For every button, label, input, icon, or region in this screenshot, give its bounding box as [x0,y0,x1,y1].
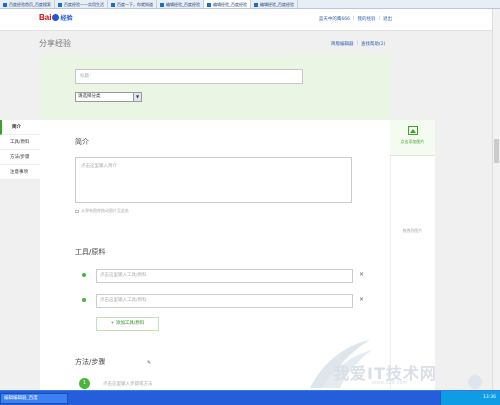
browser-tab[interactable]: 百度经验首页_百度搜索 [0,0,55,8]
browser-tab-bar: 百度经验首页_百度搜索 百度经验——实用生活 百度一下，你就知道 编辑经验_百度… [0,0,500,9]
tab-label: 编辑经验_百度经验 [166,1,200,7]
page-icon [254,2,258,7]
bullet-icon [82,273,86,277]
tool-input[interactable]: 点击这里输入工具/原料 [96,294,353,308]
browser-tab[interactable]: 编辑经验_百度经验 [251,0,298,8]
scroll-thumb[interactable] [494,139,499,163]
browser-tab[interactable]: 百度经验——实用生活 [55,0,108,8]
title-input[interactable]: 标题： [75,69,303,84]
image-drag-hint: 从原有图库拖动图片至此处 [75,208,129,214]
nav-item-notes[interactable]: 注意事项 [0,165,40,180]
intro-textarea[interactable]: 点击这里输入简介 [75,157,352,203]
logo-subtext: 经验 [60,16,73,22]
page-icon [207,2,211,7]
page-title: 分享经验 [39,39,71,48]
site-watermark: 我爱IT技术网 www.52it.com [300,338,490,390]
bullet-icon [82,298,86,302]
image-icon [75,210,79,213]
page-icon [3,2,7,7]
tab-label: 百度经验首页_百度搜索 [9,1,51,7]
add-image-button[interactable]: 点击添加图片 [390,120,435,156]
os-taskbar: 编辑编辑器_百度 13:36 [0,390,500,405]
tool-input[interactable]: 点击这里输入工具/原料 [96,269,353,283]
my-experience-link[interactable]: 我的经验 [357,16,375,22]
vertical-scrollbar[interactable] [492,9,500,390]
system-tray: 13:36 [440,391,500,405]
tool-row: 点击这里输入工具/原料 × [82,294,372,308]
user-links: 蓝天中的鹰666 | 我的经验 | 退出 [319,16,392,22]
simple-editor-link[interactable]: 简版编辑器 [331,41,354,47]
page-icon [111,2,115,7]
close-icon[interactable]: × [359,296,364,303]
divider: | [378,16,380,21]
tab-label: 百度一下，你就知道 [117,1,153,7]
tab-label: 编辑经验_百度经验 [213,1,247,7]
divider: | [352,16,355,21]
browser-tab-active[interactable]: 编辑经验_百度经验 [204,0,251,8]
nav-item-steps[interactable]: 方法/步骤 [0,150,40,165]
category-selected-value: 请选择分类 [78,94,101,99]
section-nav: 简介 工具/原料 方法/步骤 注意事项 [0,120,40,180]
add-tool-button[interactable]: + 添加工具/原料 [96,317,159,331]
nav-item-intro[interactable]: 简介 [0,120,40,135]
step-row: 1 点击这里输入步骤或方法 [79,378,279,390]
steps-heading: 方法/步骤 [75,358,106,366]
help-link[interactable]: 查找帮助(2) [361,41,385,47]
browser-tab[interactable]: 百度一下，你就知道 [108,0,157,8]
step-input[interactable]: 点击这里输入步骤或方法 [103,381,153,387]
drag-image-hint: 拖拽到图片 [402,228,423,233]
page-icon [160,2,164,7]
tab-label: 编辑经验_百度经验 [260,1,294,7]
editor-links: 简版编辑器 | 查找帮助(2) [331,41,385,47]
nav-item-tools[interactable]: 工具/原料 [0,135,40,150]
tools-heading: 工具/原料 [75,248,106,256]
username-link[interactable]: 蓝天中的鹰666 [319,16,350,22]
clock: 13:36 [483,395,496,400]
category-select[interactable]: 请选择分类 ▼ [75,92,142,102]
browser-tab[interactable]: 编辑经验_百度经验 [157,0,204,8]
step-number: 1 [79,378,90,389]
watermark-url: www.52it.com [372,380,408,386]
paw-icon [52,14,60,21]
logout-link[interactable]: 退出 [383,16,392,22]
title-section [40,55,390,120]
chevron-down-icon[interactable]: ▼ [133,93,141,101]
hint-text: 从原有图库拖动图片至此处 [81,208,129,213]
baidu-jingyan-logo[interactable]: Bai 经验 [39,13,72,22]
site-header: Bai 经验 蓝天中的鹰666 | 我的经验 | 退出 [0,9,492,31]
intro-heading: 简介 [75,138,89,146]
page-icon [58,2,62,7]
pencil-icon[interactable]: ✎ [147,360,151,366]
tab-label: 百度经验——实用生活 [64,1,104,7]
add-image-label: 点击添加图片 [400,139,425,144]
taskbar-item[interactable]: 编辑编辑器_百度 [0,393,68,404]
logo-text: Bai [39,13,52,22]
close-icon[interactable]: × [359,271,364,278]
picture-icon [407,126,418,135]
tool-row: 点击这里输入工具/原料 × [82,269,372,283]
divider: | [356,41,359,46]
